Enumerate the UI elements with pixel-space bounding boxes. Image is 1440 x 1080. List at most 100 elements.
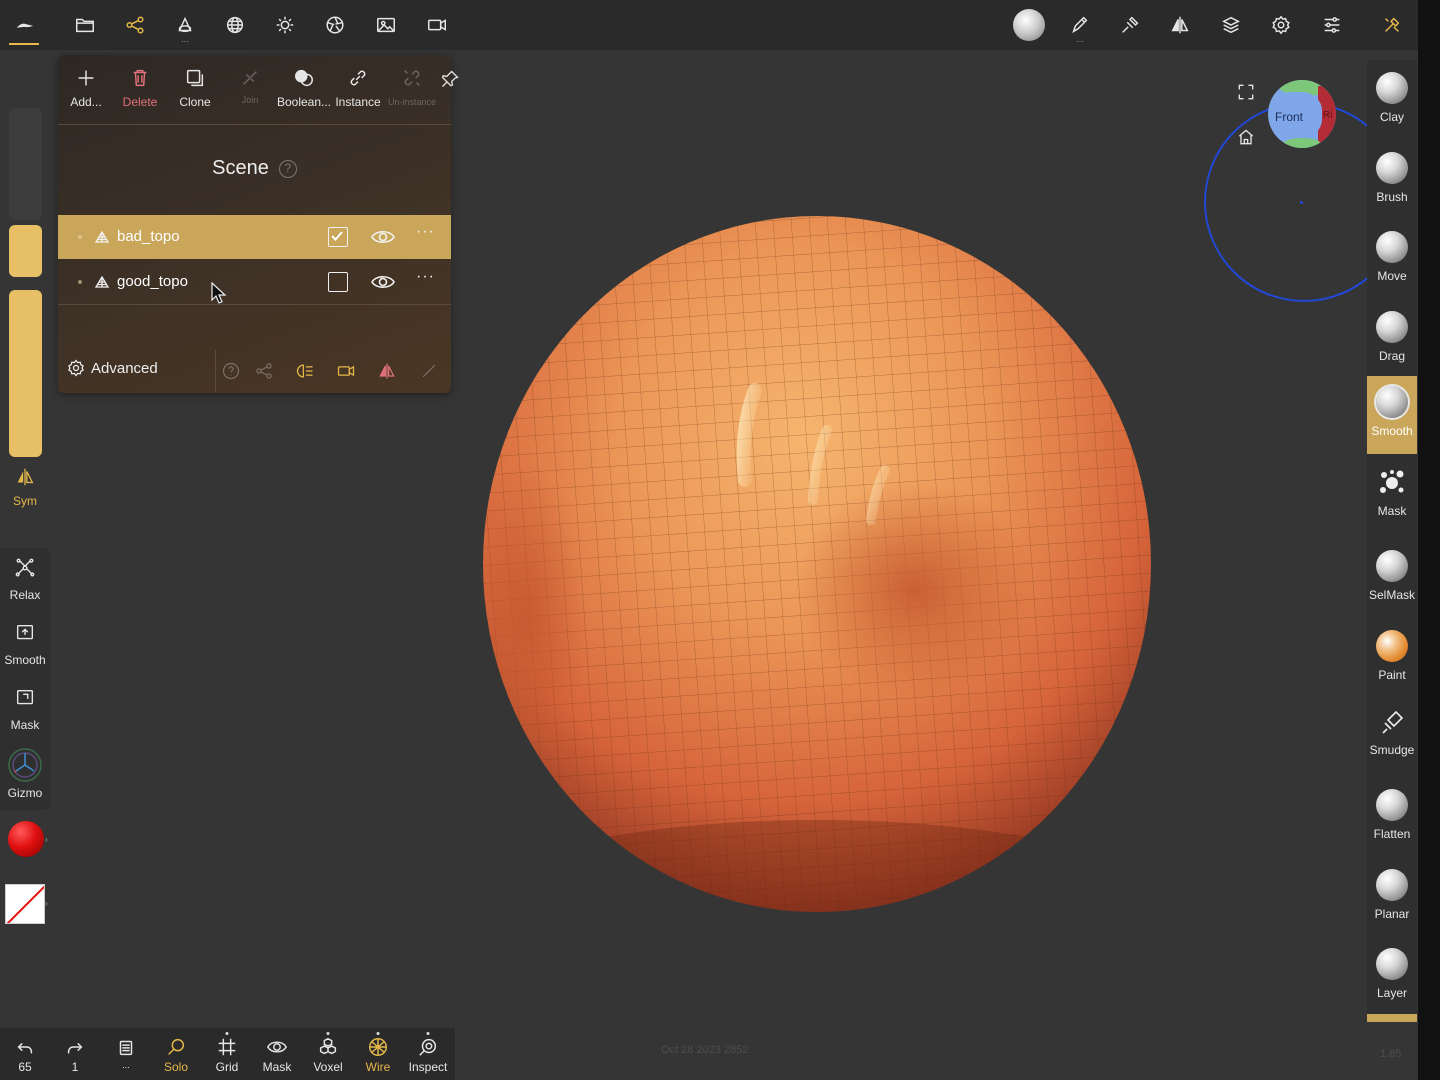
disabled-tool-icon[interactable]: [419, 361, 441, 381]
mesh-checkbox[interactable]: [328, 272, 348, 292]
undo-button[interactable]: 65: [0, 1036, 50, 1074]
layers-icon[interactable]: [1214, 8, 1248, 42]
view-cube[interactable]: Front Ri: [1268, 80, 1336, 148]
delete-label: Delete: [122, 95, 158, 109]
mesh-row[interactable]: good_topo ···: [58, 260, 451, 304]
brush-label: Smudge: [1369, 743, 1415, 757]
instance-button[interactable]: Instance: [330, 67, 386, 109]
inspect-button[interactable]: Inspect: [403, 1032, 453, 1074]
solo-button[interactable]: Solo: [151, 1036, 201, 1074]
undo-count: 65: [18, 1060, 32, 1074]
help-icon[interactable]: [221, 361, 243, 381]
brush-label: Flatten: [1373, 827, 1411, 841]
relax-tool[interactable]: Relax: [0, 557, 50, 602]
visibility-eye-icon[interactable]: [371, 227, 395, 247]
add-label: Add...: [70, 95, 102, 109]
brush-label: Planar: [1374, 907, 1410, 921]
share-icon[interactable]: [254, 361, 276, 381]
aperture-icon[interactable]: [318, 8, 352, 42]
cube-right-label: Ri: [1323, 110, 1333, 121]
wire-button[interactable]: Wire: [353, 1032, 403, 1074]
grid-label: Grid: [215, 1060, 239, 1074]
advanced-label: Advanced: [91, 359, 158, 377]
brush-brush[interactable]: Brush: [1367, 142, 1417, 220]
mesh-more-button[interactable]: ···: [416, 268, 435, 286]
scene-panel: Add... Delete Clone Join Boolean... Inst…: [58, 55, 459, 393]
scene-help-icon[interactable]: ?: [278, 160, 297, 178]
intensity-slider[interactable]: [9, 290, 42, 457]
camera-icon[interactable]: [336, 361, 358, 381]
bottom-toolbar: 65 1 ... Solo Grid Mask Voxel Wire Inspe…: [0, 1028, 455, 1080]
tools-icon[interactable]: [1375, 8, 1409, 42]
sphere-grid-icon[interactable]: [218, 8, 252, 42]
brush-paint[interactable]: Paint: [1367, 620, 1417, 698]
move-brush-icon: [1376, 231, 1408, 263]
sculpt-mesh[interactable]: [455, 200, 1195, 930]
brush-preview-icon[interactable]: [1012, 8, 1046, 42]
material-swatch[interactable]: [5, 884, 45, 924]
grid-button[interactable]: Grid: [202, 1032, 252, 1074]
brush-smooth[interactable]: Smooth: [1367, 376, 1417, 454]
smooth-brush-icon: [1376, 386, 1408, 418]
brush-planar[interactable]: Planar: [1367, 859, 1417, 937]
delete-button[interactable]: Delete: [112, 67, 168, 109]
symmetry-icon[interactable]: [1163, 8, 1197, 42]
uninstance-button[interactable]: Un-instance: [384, 67, 440, 107]
gizmo-tool[interactable]: Gizmo: [0, 747, 50, 800]
home-icon[interactable]: [1236, 127, 1258, 149]
join-button[interactable]: Join: [222, 67, 278, 105]
viewport-canvas[interactable]: [455, 200, 1195, 930]
mesh-bullet: [78, 280, 82, 284]
history-button[interactable]: ...: [101, 1036, 151, 1070]
boolean-button[interactable]: Boolean...: [276, 67, 332, 109]
folder-icon[interactable]: [68, 8, 102, 42]
shapes-more-dots: ···: [181, 37, 189, 46]
brush-move[interactable]: Move: [1367, 221, 1417, 299]
pin-icon[interactable]: [440, 69, 460, 89]
sym-button[interactable]: Sym: [0, 466, 50, 508]
settings-icon[interactable]: [1264, 8, 1298, 42]
voxel-button[interactable]: Voxel: [303, 1032, 353, 1074]
mask-label: Mask: [10, 718, 40, 732]
solo-label: Solo: [163, 1060, 189, 1074]
subdivide-icon[interactable]: [295, 361, 317, 381]
pen-icon[interactable]: ···: [1063, 8, 1097, 46]
clay-brush-icon: [1376, 72, 1408, 104]
fullscreen-icon[interactable]: [1236, 82, 1258, 104]
brush-layer[interactable]: Layer: [1367, 938, 1417, 1016]
redo-count: 1: [71, 1060, 79, 1074]
sliders-icon[interactable]: [1315, 8, 1349, 42]
logo-icon[interactable]: [8, 8, 42, 42]
brush-drag[interactable]: Drag: [1367, 301, 1417, 379]
mask-tool[interactable]: Mask: [0, 687, 50, 732]
brush-selmask[interactable]: SelMask: [1367, 540, 1417, 618]
redo-button[interactable]: 1: [50, 1036, 100, 1074]
clone-button[interactable]: Clone: [167, 67, 223, 109]
advanced-button[interactable]: Advanced: [66, 358, 158, 378]
sun-icon[interactable]: [268, 8, 302, 42]
mesh-checkbox[interactable]: [328, 227, 348, 247]
brush-smudge[interactable]: Smudge: [1367, 697, 1417, 775]
smooth-box-icon: [16, 624, 34, 640]
image-icon[interactable]: [369, 8, 403, 42]
mesh-more-button[interactable]: ···: [416, 223, 435, 241]
mask-visibility-button[interactable]: Mask: [252, 1036, 302, 1074]
color-swatch[interactable]: [8, 821, 44, 857]
stroke-icon[interactable]: [1113, 8, 1147, 42]
shapes-icon[interactable]: ···: [168, 8, 202, 46]
radius-slider[interactable]: [9, 108, 42, 220]
video-icon[interactable]: [420, 8, 454, 42]
brush-clay[interactable]: Clay: [1367, 62, 1417, 140]
mesh-row[interactable]: bad_topo ···: [58, 215, 451, 259]
smooth-tool[interactable]: Smooth: [0, 622, 50, 667]
visibility-eye-icon[interactable]: [371, 272, 395, 292]
cube-front-label: Front: [1275, 110, 1304, 124]
brush-mask[interactable]: Mask: [1367, 458, 1417, 536]
add-button[interactable]: Add...: [58, 67, 114, 109]
brush-flatten[interactable]: Flatten: [1367, 779, 1417, 857]
radius-slider-fill[interactable]: [9, 225, 42, 277]
mesh-icon: [94, 229, 110, 245]
scene-title: Scene?: [58, 157, 451, 180]
share-nodes-icon[interactable]: [118, 8, 152, 42]
mirror-icon[interactable]: [377, 361, 399, 381]
